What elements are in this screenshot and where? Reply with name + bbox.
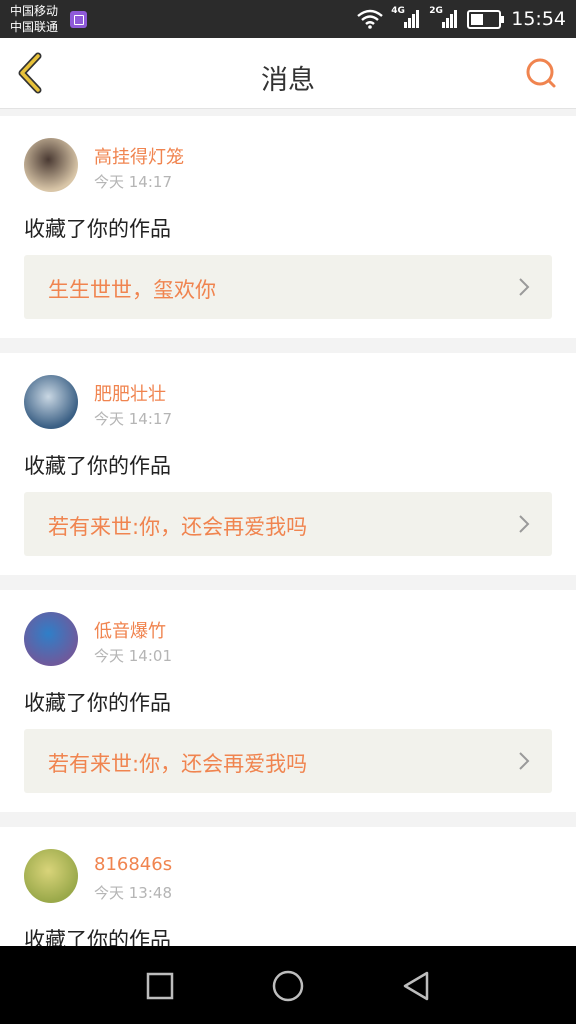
app-header: 消息 [0,38,576,109]
triangle-back-icon[interactable] [396,966,436,1006]
search-icon[interactable] [524,56,558,90]
avatar[interactable] [24,138,78,192]
message-card[interactable]: 肥肥壮壮今天 14:17 收藏了你的作品若有来世:你，还会再爱我吗 [0,353,576,575]
carrier-info: 中国移动 中国联通 [10,3,58,35]
timestamp: 今天 14:17 [94,410,172,428]
work-link[interactable]: 若有来世:你，还会再爱我吗 [24,729,552,793]
screen: 中国移动 中国联通 4G 2G 15:54 消息 高挂得灯笼 今天 14:17 … [0,0,576,1024]
circle-icon[interactable] [268,966,308,1006]
username[interactable]: 816846s [94,854,172,875]
message-card[interactable]: 低音爆竹今天 14:01 收藏了你的作品若有来世:你，还会再爱我吗 [0,590,576,812]
avatar[interactable] [24,612,78,666]
gallery-notification-icon [70,11,87,28]
avatar[interactable] [24,375,78,429]
chevron-right-icon [519,278,530,296]
carrier-2: 中国联通 [10,20,59,34]
timestamp: 今天 14:17 [94,173,172,191]
carrier-1: 中国移动 [10,4,59,18]
work-title: 生生世世，玺欢你 [48,278,216,302]
username[interactable]: 低音爆竹 [94,617,166,643]
system-nav-bar [0,946,576,1024]
chevron-right-icon [519,515,530,533]
avatar[interactable] [24,849,78,903]
status-bar: 中国移动 中国联通 4G 2G 15:54 [0,0,576,38]
signal-2g-icon: 2G [429,6,458,30]
wifi-icon [357,9,384,29]
timestamp: 今天 14:01 [94,647,172,665]
message-card[interactable]: 高挂得灯笼今天 14:17 收藏了你的作品生生世世，玺欢你 [0,116,576,338]
work-title: 若有来世:你，还会再爱我吗 [48,752,308,776]
square-icon[interactable] [140,966,180,1006]
chevron-right-icon [519,752,530,770]
page-title: 消息 [261,65,315,96]
battery-icon [467,9,505,29]
username[interactable]: 肥肥壮壮 [94,380,166,406]
action-text: 收藏了你的作品 [24,217,171,241]
timestamp: 今天 13:48 [94,884,172,902]
action-text: 收藏了你的作品 [24,691,171,715]
username[interactable]: 高挂得灯笼 [94,143,184,169]
signal-4g-icon: 4G [391,6,420,30]
action-text: 收藏了你的作品 [24,454,171,478]
work-link[interactable]: 若有来世:你，还会再爱我吗 [24,492,552,556]
message-list: 高挂得灯笼 今天 14:17 收藏了你的作品 生生世世，玺欢你 肥肥壮壮 今天 14:17… [0,116,576,1024]
work-title: 若有来世:你，还会再爱我吗 [48,515,308,539]
work-link[interactable]: 生生世世，玺欢你 [24,255,552,319]
clock: 15:54 [511,8,566,30]
